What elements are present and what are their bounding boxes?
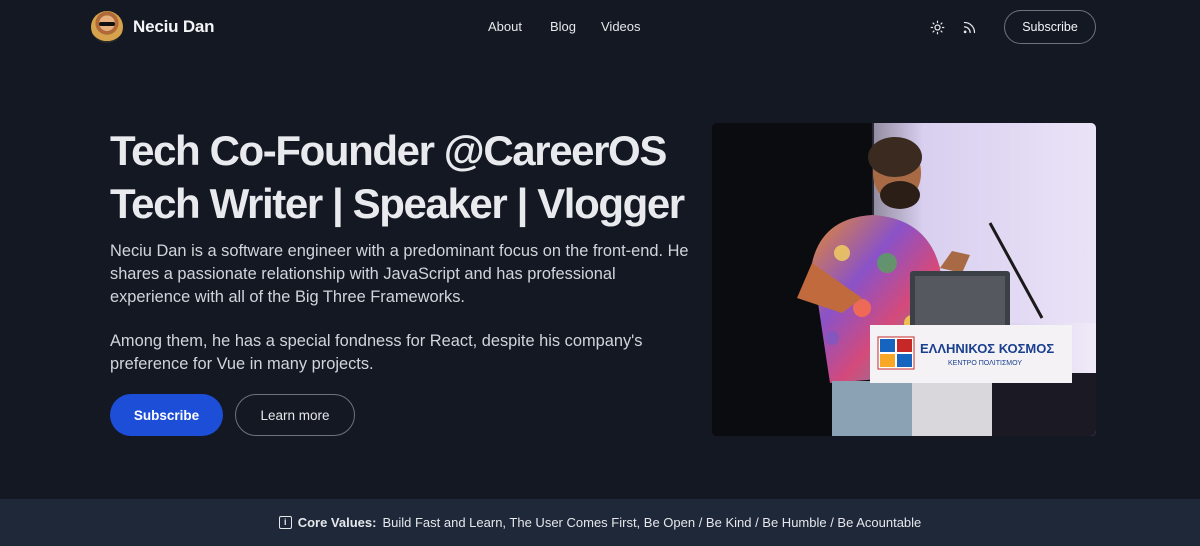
core-values-bar: i Core Values: Build Fast and Learn, The…: [0, 499, 1200, 546]
header-subscribe-button[interactable]: Subscribe: [1004, 10, 1096, 44]
hero-title: Tech Co-Founder @CareerOS Tech Writer | …: [110, 124, 710, 230]
nav-link-about[interactable]: About: [488, 19, 522, 34]
hero-intro-paragraph: Neciu Dan is a software engineer with a …: [110, 242, 689, 306]
hero-subscribe-button[interactable]: Subscribe: [110, 394, 223, 436]
hero-title-line-1: Tech Co-Founder @CareerOS: [110, 127, 667, 174]
podium-subtitle: ΚΕΝΤΡΟ ΠΟΛΙΤΙΣΜΟΥ: [948, 360, 1022, 367]
speaker-photo: ΕΛΛΗΝΙΚΟΣ ΚΟΣΜΟΣ ΚΕΝΤΡΟ ΠΟΛΙΤΙΣΜΟΥ: [712, 123, 1096, 436]
theme-toggle-button[interactable]: [928, 18, 946, 36]
rss-feed-button[interactable]: [960, 18, 978, 36]
nav-link-videos[interactable]: Videos: [601, 19, 641, 34]
info-icon: i: [278, 516, 292, 529]
sun-icon: [930, 20, 944, 34]
hero-react-paragraph: Among them, he has a special fondness fo…: [110, 332, 643, 373]
speaker-photo-illustration: ΕΛΛΗΝΙΚΟΣ ΚΟΣΜΟΣ ΚΕΝΤΡΟ ΠΟΛΙΤΙΣΜΟΥ: [712, 123, 1096, 436]
core-values-text: Build Fast and Learn, The User Comes Fir…: [382, 515, 922, 530]
podium-title: ΕΛΛΗΝΙΚΟΣ ΚΟΣΜΟΣ: [920, 341, 1054, 356]
site-header: Neciu Dan About Blog Videos Subscribe: [0, 0, 1200, 56]
rss-icon: [963, 21, 975, 33]
hero-title-line-2: Tech Writer | Speaker | Vlogger: [110, 180, 685, 227]
brand-name: Neciu Dan: [133, 17, 215, 36]
brand-link[interactable]: Neciu Dan: [91, 11, 215, 43]
core-values-label: Core Values:: [297, 515, 377, 530]
learn-more-button[interactable]: Learn more: [235, 394, 355, 436]
nav-link-blog[interactable]: Blog: [550, 19, 576, 34]
avatar: [91, 11, 123, 43]
